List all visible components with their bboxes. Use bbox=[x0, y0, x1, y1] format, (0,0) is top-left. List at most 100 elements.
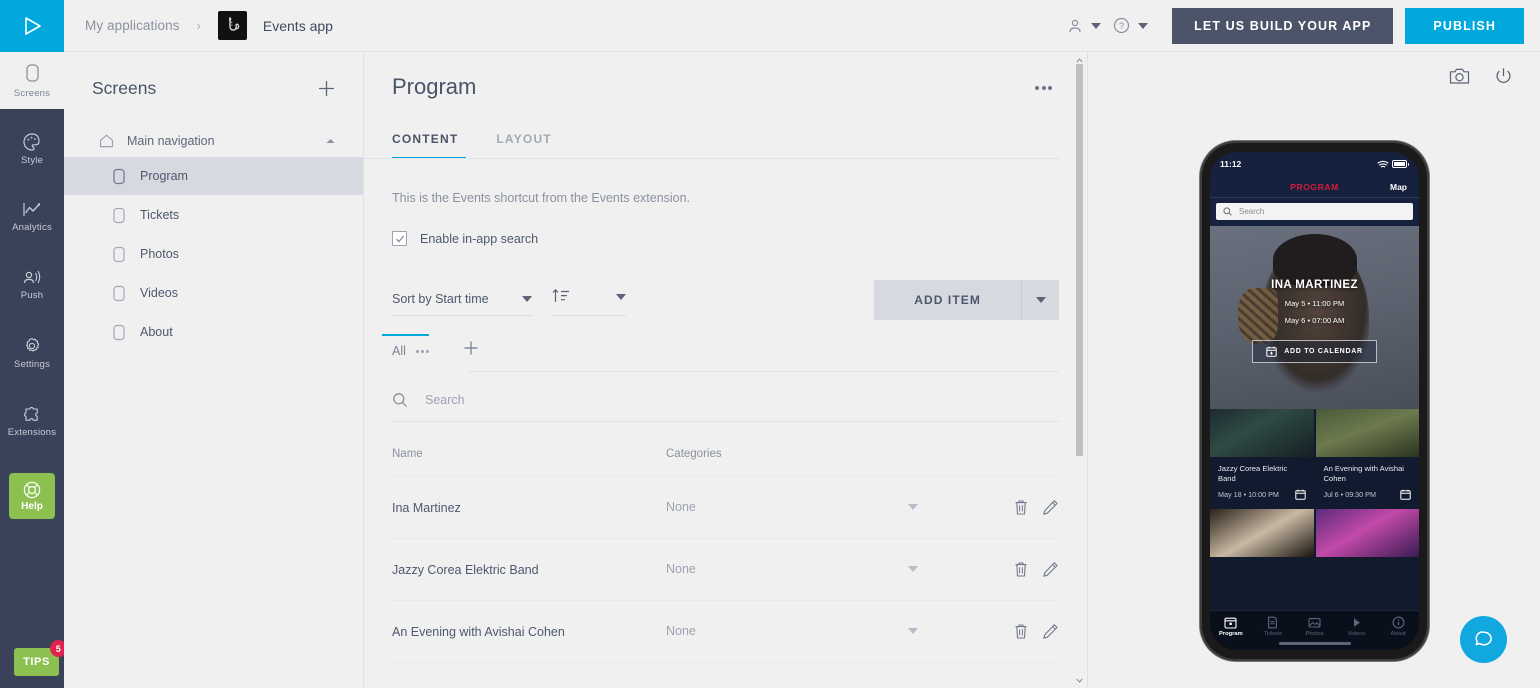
sidebar-item-about[interactable]: About bbox=[64, 313, 363, 351]
more-horizontal-icon[interactable] bbox=[1035, 74, 1052, 90]
checkbox-box[interactable] bbox=[392, 231, 407, 246]
help-button[interactable]: Help bbox=[9, 473, 55, 519]
editor-scrollbar[interactable] bbox=[1076, 57, 1083, 683]
sidebar-item-tickets[interactable]: Tickets bbox=[64, 196, 363, 234]
items-table: Name Categories Ina Martinez None Jazzy … bbox=[364, 422, 1087, 663]
phone-event-card[interactable] bbox=[1210, 509, 1314, 557]
phone-nav-program[interactable]: PROGRAM bbox=[1290, 182, 1339, 192]
phone-hero-card[interactable]: INA MARTINEZ May 5 • 11:00 PM May 6 • 07… bbox=[1210, 226, 1419, 409]
sidebar-item-screens[interactable]: Screens bbox=[0, 52, 64, 109]
phone-tab-about[interactable]: About bbox=[1377, 616, 1419, 637]
calendar-icon bbox=[1400, 489, 1411, 500]
sidebar-item-extensions[interactable]: Extensions bbox=[0, 392, 64, 449]
row-category-select[interactable]: None bbox=[666, 555, 918, 585]
sidebar-item-push[interactable]: Push bbox=[0, 256, 64, 313]
screen-icon bbox=[113, 285, 125, 301]
sort-by-select[interactable]: Sort by Start time bbox=[392, 292, 532, 316]
phone-search-wrap: Search bbox=[1210, 198, 1419, 226]
screens-group-label: Main navigation bbox=[127, 134, 215, 148]
phone-tab-label: Tickets bbox=[1263, 631, 1282, 637]
publish-button[interactable]: PUBLISH bbox=[1405, 7, 1524, 44]
scroll-down-arrow[interactable] bbox=[1076, 677, 1083, 683]
delete-row-button[interactable] bbox=[1013, 561, 1029, 578]
row-category-select[interactable]: None bbox=[666, 493, 918, 523]
page-title: Program bbox=[392, 74, 477, 99]
edit-row-button[interactable] bbox=[1042, 561, 1059, 578]
phone-search-input[interactable]: Search bbox=[1216, 203, 1413, 220]
editor-description: This is the Events shortcut from the Eve… bbox=[392, 191, 691, 205]
phone-event-card[interactable]: Jazzy Corea Elektric Band May 18 • 10:00… bbox=[1210, 409, 1314, 509]
sort-by-value: Sort by Start time bbox=[392, 292, 489, 306]
play-icon bbox=[1353, 618, 1360, 627]
sidebar-item-photos[interactable]: Photos bbox=[64, 235, 363, 273]
add-category-button[interactable] bbox=[463, 340, 479, 371]
add-item-dropdown-button[interactable] bbox=[1021, 280, 1059, 320]
sort-order-select[interactable] bbox=[552, 288, 626, 316]
search-input[interactable]: Search bbox=[392, 392, 1059, 422]
sidebar-item-style[interactable]: Style bbox=[0, 120, 64, 177]
phone-tab-program[interactable]: Program bbox=[1210, 616, 1252, 637]
sidebar-item-analytics[interactable]: Analytics bbox=[0, 188, 64, 245]
screen-icon bbox=[113, 324, 125, 340]
saxophone-app-icon bbox=[217, 11, 247, 40]
chevron-down-icon bbox=[908, 504, 918, 510]
phone-tab-tickets[interactable]: Tickets bbox=[1252, 616, 1294, 637]
chevron-down-icon bbox=[1091, 22, 1102, 29]
editor-toolbar: Sort by Start time ADD ITEM bbox=[364, 246, 1087, 320]
help-menu[interactable]: ? bbox=[1107, 17, 1154, 34]
delete-row-button[interactable] bbox=[1013, 499, 1029, 516]
hero-title: INA MARTINEZ bbox=[1271, 278, 1358, 291]
add-to-calendar-button[interactable]: ADD TO CALENDAR bbox=[1252, 339, 1377, 363]
table-row[interactable]: An Evening with Avishai Cohen None bbox=[392, 601, 1059, 663]
screen-icon bbox=[113, 246, 125, 262]
chat-support-button[interactable] bbox=[1460, 616, 1507, 663]
status-time: 11:12 bbox=[1220, 159, 1242, 169]
edit-row-button[interactable] bbox=[1042, 499, 1059, 516]
power-icon[interactable] bbox=[1494, 67, 1513, 86]
sidebar-item-label: Tickets bbox=[140, 208, 180, 222]
add-to-calendar-label: ADD TO CALENDAR bbox=[1284, 347, 1363, 355]
row-actions bbox=[1013, 499, 1059, 516]
category-tab-all[interactable]: All bbox=[382, 334, 429, 372]
phone-event-card[interactable]: An Evening with Avishai Cohen Jul 6 • 09… bbox=[1315, 409, 1419, 509]
sidebar-item-settings[interactable]: Settings bbox=[0, 324, 64, 381]
tab-content[interactable]: CONTENT bbox=[392, 132, 458, 159]
scroll-up-arrow[interactable] bbox=[1076, 57, 1083, 63]
phone-nav-map[interactable]: Map bbox=[1390, 182, 1407, 192]
add-item-button[interactable]: ADD ITEM bbox=[874, 280, 1021, 320]
phone-tab-photos[interactable]: Photos bbox=[1294, 616, 1336, 637]
row-category-value: None bbox=[666, 500, 696, 514]
table-row[interactable]: Ina Martinez None bbox=[392, 477, 1059, 539]
breadcrumb-my-applications[interactable]: My applications bbox=[85, 18, 180, 33]
add-screen-button[interactable] bbox=[317, 79, 336, 98]
sidebar-item-videos[interactable]: Videos bbox=[64, 274, 363, 312]
brand-logo[interactable] bbox=[0, 0, 64, 52]
tab-layout[interactable]: LAYOUT bbox=[496, 132, 551, 159]
breadcrumb-current-app[interactable]: Events app bbox=[263, 18, 333, 34]
sidebar-item-program[interactable]: Program bbox=[64, 157, 363, 195]
let-us-build-your-app-button[interactable]: LET US BUILD YOUR APP bbox=[1172, 7, 1394, 44]
question-circle-icon: ? bbox=[1114, 17, 1130, 34]
app-root: My applications › Events app ? LET US BU… bbox=[0, 0, 1540, 688]
sidebar-item-label: Extensions bbox=[7, 426, 57, 438]
screen-icon bbox=[113, 207, 125, 223]
edit-row-button[interactable] bbox=[1042, 623, 1059, 640]
screens-group-main-navigation[interactable]: Main navigation bbox=[64, 125, 363, 157]
row-category-select[interactable]: None bbox=[666, 617, 918, 647]
enable-in-app-search-checkbox[interactable]: Enable in-app search bbox=[364, 205, 1087, 246]
scrollbar-thumb[interactable] bbox=[1076, 64, 1083, 456]
phone-tab-videos[interactable]: Videos bbox=[1335, 616, 1377, 637]
table-row[interactable]: Jazzy Corea Elektric Band None bbox=[392, 539, 1059, 601]
camera-icon[interactable] bbox=[1449, 67, 1470, 86]
event-thumbnail bbox=[1210, 509, 1314, 557]
tips-button[interactable]: TIPS 5 bbox=[14, 640, 67, 676]
account-menu[interactable] bbox=[1061, 18, 1107, 34]
home-indicator bbox=[1278, 642, 1351, 645]
chevron-up-icon[interactable] bbox=[325, 132, 336, 150]
push-icon bbox=[23, 270, 41, 283]
row-actions bbox=[1013, 623, 1059, 640]
more-horizontal-icon[interactable] bbox=[415, 349, 429, 353]
phone-card-row: Jazzy Corea Elektric Band May 18 • 10:00… bbox=[1210, 409, 1419, 509]
phone-event-card[interactable] bbox=[1315, 509, 1419, 557]
delete-row-button[interactable] bbox=[1013, 623, 1029, 640]
